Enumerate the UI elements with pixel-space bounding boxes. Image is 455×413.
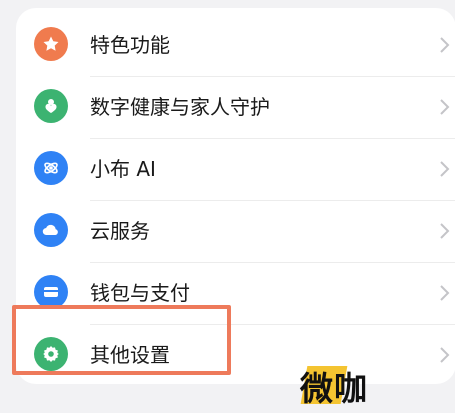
menu-item-special-features[interactable]: 特色功能 (16, 15, 455, 75)
chevron-right-icon (440, 347, 450, 363)
star-icon (34, 27, 68, 61)
heart-person-icon (34, 89, 68, 123)
menu-item-label: 特色功能 (90, 33, 170, 57)
menu-item-label: 云服务 (90, 219, 150, 243)
menu-item-digital-wellbeing[interactable]: 数字健康与家人守护 (16, 77, 455, 137)
menu-item-cloud-service[interactable]: 云服务 (16, 201, 455, 261)
menu-item-label: 钱包与支付 (90, 281, 190, 305)
watermark-logo: 微咖 (300, 369, 368, 408)
chevron-right-icon (440, 99, 450, 115)
chevron-right-icon (440, 223, 450, 239)
chevron-right-icon (440, 37, 450, 53)
cloud-icon (34, 213, 68, 247)
menu-item-label: 数字健康与家人守护 (90, 95, 270, 119)
xiaobu-ai-icon (34, 151, 68, 185)
highlight-box (12, 305, 231, 375)
menu-item-label: 小布 AI (90, 157, 156, 181)
chevron-right-icon (440, 161, 450, 177)
menu-item-xiaobu-ai[interactable]: 小布 AI (16, 139, 455, 199)
chevron-right-icon (440, 285, 450, 301)
wallet-icon (34, 275, 68, 309)
